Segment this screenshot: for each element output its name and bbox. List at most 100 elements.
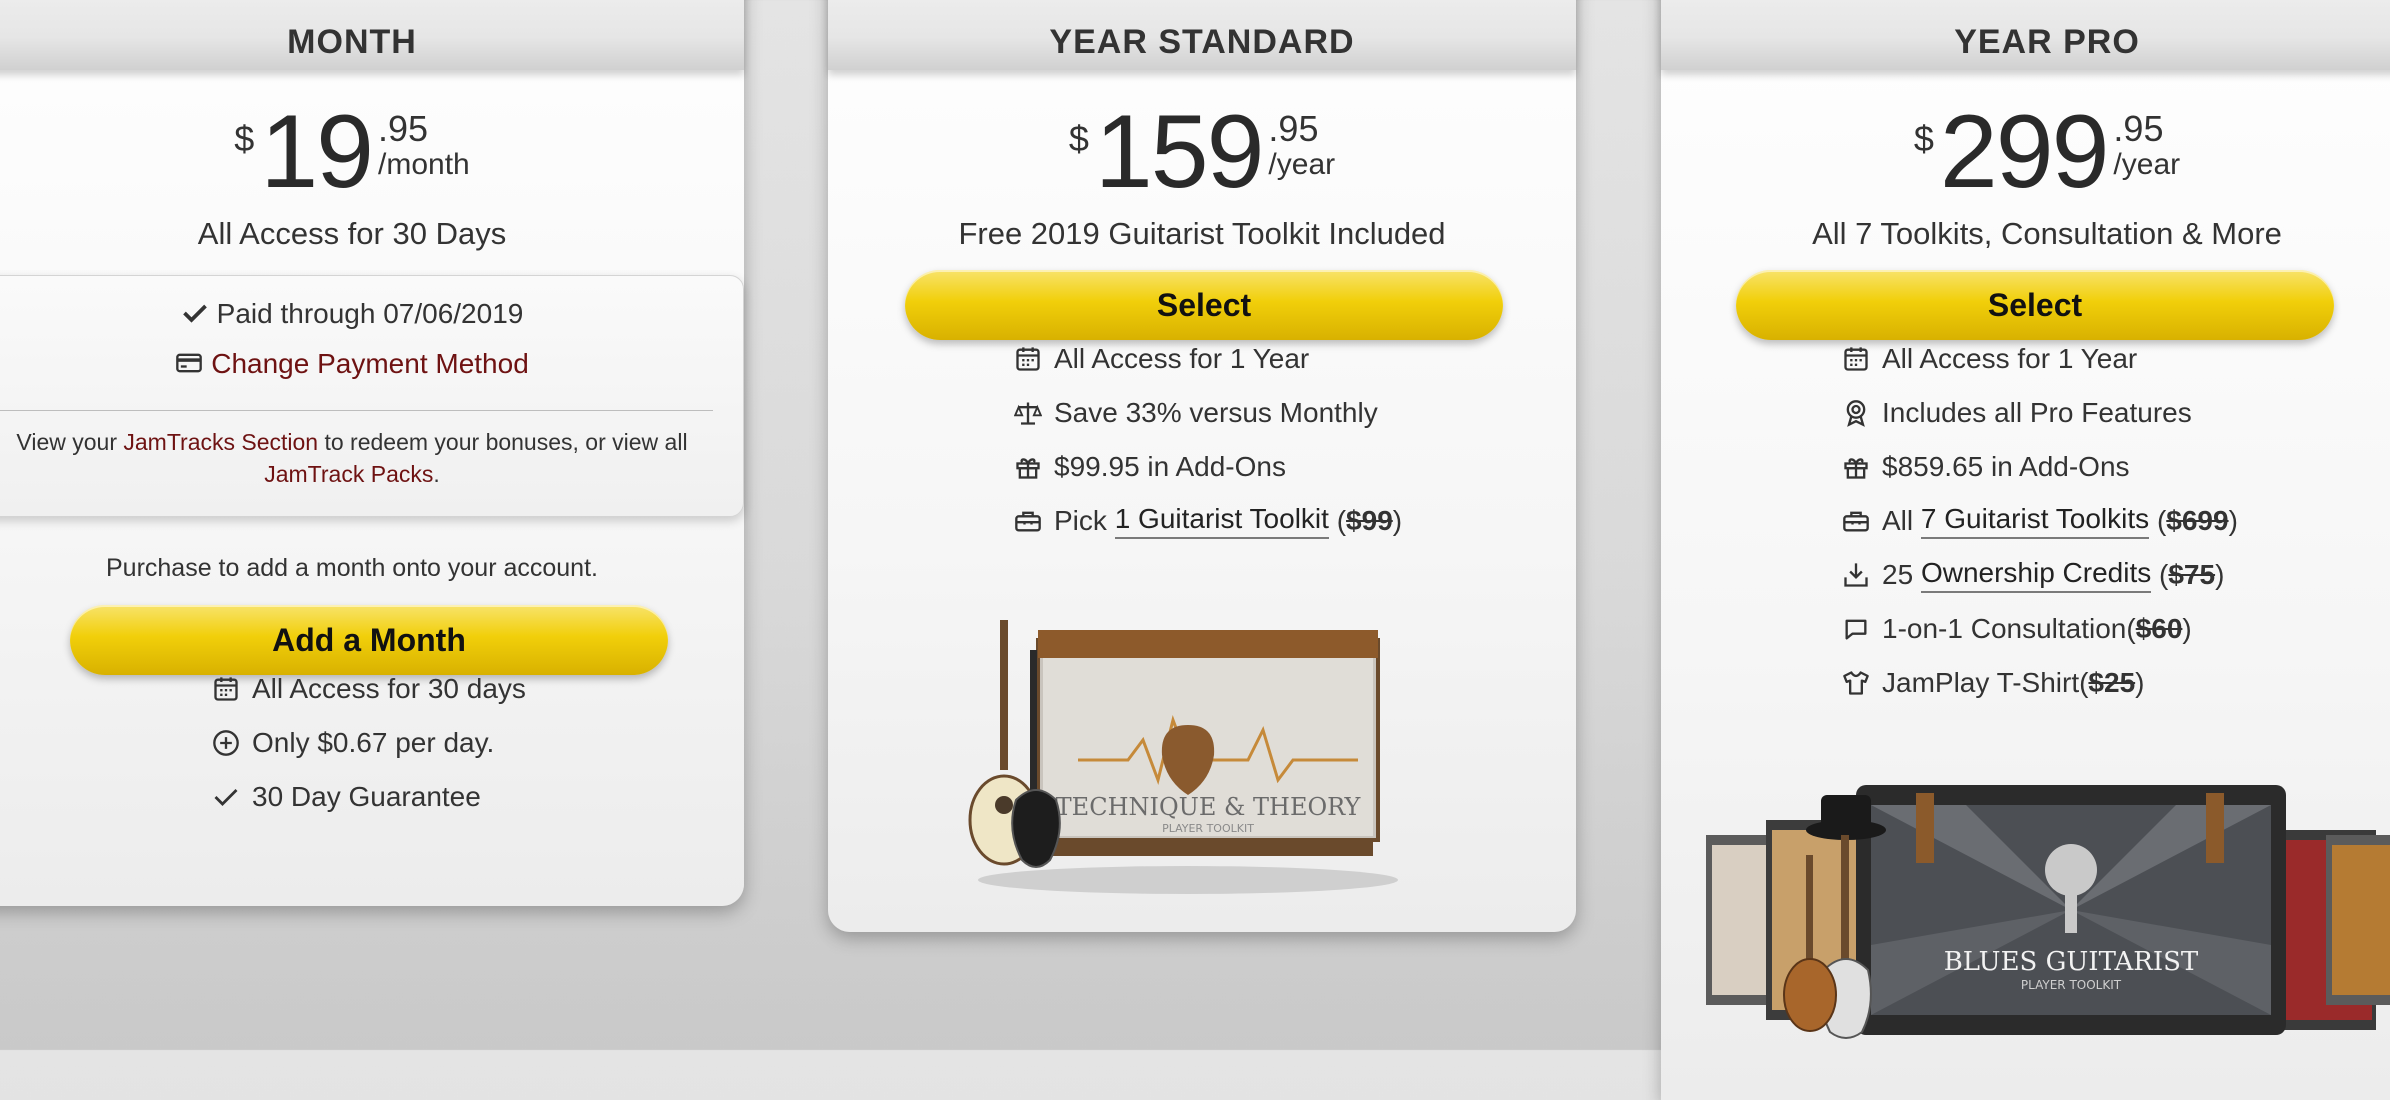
- calendar-icon: [1016, 347, 1040, 371]
- feature-text: All Access for 1 Year: [1882, 343, 2138, 374]
- price-whole: 159: [1094, 94, 1265, 210]
- bonus-note-text: .: [433, 461, 440, 487]
- currency-symbol: $: [234, 118, 255, 159]
- price-period: /year: [2113, 148, 2181, 181]
- bonus-note-text: to redeem your bonuses, or view all: [318, 429, 688, 455]
- feature-text: Includes all Pro Features: [1882, 397, 2192, 428]
- list-item: $859.65 in Add-Ons: [1842, 440, 2238, 494]
- balance-scale-icon: [1014, 402, 1042, 425]
- year-pro-subtitle: All 7 Toolkits, Consultation & More: [1812, 216, 2282, 251]
- toolbox-icon: [1015, 511, 1041, 532]
- original-price: $99: [1346, 505, 1393, 536]
- price-whole: 299: [1939, 94, 2110, 210]
- list-item: All Access for 1 Year: [1014, 332, 1402, 386]
- bonus-note-text: View your: [16, 429, 124, 455]
- paren-close: ): [2135, 667, 2145, 698]
- paren-open: (: [2159, 559, 2169, 590]
- original-price: $60: [2135, 613, 2183, 644]
- jamtrack-packs-link[interactable]: JamTrack Packs: [264, 461, 433, 487]
- list-item: All Access for 1 Year: [1842, 332, 2238, 386]
- price-period: /month: [378, 148, 470, 181]
- original-price: $25: [2088, 667, 2136, 698]
- select-year-standard-button[interactable]: Select: [905, 270, 1503, 340]
- toolkit-title: TECHNIQUE & THEORY: [1056, 793, 1362, 821]
- check-icon: [214, 789, 238, 806]
- list-item: 30 Day Guarantee: [212, 770, 526, 824]
- year-pro-header: YEAR PRO: [1661, 0, 2390, 70]
- feature-text: Pick: [1054, 505, 1107, 536]
- list-item: All Access for 30 days: [212, 662, 526, 716]
- month-feature-list: All Access for 30 days Only $0.67 per da…: [212, 662, 526, 824]
- year-standard-price: $ 159 .95 /year: [828, 100, 1576, 210]
- month-plan-card: MONTH $ 19 .95 /month All Access for 30 …: [0, 0, 744, 906]
- feature-text: $99.95 in Add-Ons: [1054, 451, 1286, 482]
- ownership-credits-link[interactable]: Ownership Credits: [1920, 557, 2152, 593]
- month-price: $ 19 .95 /month: [0, 100, 744, 210]
- plus-circle-icon: [213, 730, 239, 756]
- feature-text: 1-on-1 Consultation: [1882, 613, 2127, 644]
- status-divider: [0, 410, 713, 411]
- list-item: All 7 Guitarist Toolkits ($699): [1842, 494, 2238, 548]
- feature-text: JamPlay T-Shirt: [1882, 667, 2080, 698]
- subscription-status-panel: Paid through 07/06/2019 Change Payment M…: [0, 275, 744, 517]
- toolkit-subtitle: PLAYER TOOLKIT: [2021, 978, 2122, 992]
- feature-text: 25: [1882, 559, 1914, 590]
- year-pro-feature-list: All Access for 1 Year Includes all Pro F…: [1842, 332, 2238, 710]
- list-item: Pick 1 Guitarist Toolkit ($99): [1014, 494, 1402, 548]
- purchase-text: Purchase to add a month onto your accoun…: [106, 554, 598, 582]
- feature-text: All Access for 30 days: [252, 673, 526, 704]
- price-cents: .95: [1268, 108, 1319, 149]
- paren-close: ): [1392, 505, 1403, 536]
- price-cents: .95: [378, 108, 429, 149]
- gift-icon: [1016, 458, 1040, 479]
- change-payment-line[interactable]: Change Payment Method: [0, 348, 743, 380]
- check-icon: [182, 304, 207, 323]
- list-item: 1-on-1 Consultation ($60): [1842, 602, 2238, 656]
- select-year-pro-button[interactable]: Select: [1736, 270, 2334, 340]
- year-standard-plan-card: YEAR STANDARD $ 159 .95 /year Free 2019 …: [828, 0, 1576, 932]
- t-shirt-icon: [1843, 671, 1869, 695]
- list-item: Only $0.67 per day.: [212, 716, 526, 770]
- gift-icon: [1844, 458, 1868, 479]
- technique-theory-toolkit-image: TECHNIQUE & THEORY PLAYER TOOLKIT: [968, 620, 1398, 894]
- feature-text: Save 33% versus Monthly: [1054, 397, 1378, 428]
- price-cents: .95: [2113, 108, 2164, 149]
- currency-symbol: $: [1068, 118, 1089, 159]
- paren-close: ): [2228, 505, 2238, 536]
- list-item: 25 Ownership Credits ($75): [1842, 548, 2238, 602]
- feature-text: 30 Day Guarantee: [252, 781, 481, 812]
- paren-close: ): [2215, 559, 2225, 590]
- feature-text: Only $0.67 per day.: [252, 727, 495, 758]
- paren-open: (: [2079, 667, 2089, 698]
- original-price: $75: [2168, 559, 2216, 590]
- year-standard-subtitle: Free 2019 Guitarist Toolkit Included: [958, 216, 1446, 251]
- jamtracks-section-link[interactable]: JamTracks Section: [123, 429, 318, 455]
- credit-card-icon: [176, 353, 203, 373]
- toolkit-subtitle: PLAYER TOOLKIT: [1162, 822, 1254, 835]
- month-subtitle: All Access for 30 Days: [197, 216, 507, 251]
- price-whole: 19: [260, 94, 374, 210]
- year-pro-title: YEAR PRO: [1954, 23, 2140, 61]
- guitarist-toolkit-link[interactable]: 1 Guitarist Toolkit: [1114, 503, 1329, 539]
- paren-open: (: [1336, 505, 1347, 536]
- year-standard-title: YEAR STANDARD: [1049, 23, 1355, 61]
- change-payment-link[interactable]: Change Payment Method: [211, 348, 529, 379]
- month-plan-header: MONTH: [0, 0, 744, 70]
- currency-symbol: $: [1913, 118, 1934, 159]
- paren-open: (: [2156, 505, 2167, 536]
- paid-through-text: Paid through 07/06/2019: [216, 298, 524, 329]
- calendar-icon: [1844, 347, 1868, 371]
- toolkit-title: BLUES GUITARIST: [1944, 947, 2199, 977]
- speech-bubble-icon: [1845, 619, 1867, 640]
- feature-text: All Access for 1 Year: [1054, 343, 1310, 374]
- guitarist-toolkits-link[interactable]: 7 Guitarist Toolkits: [1920, 503, 2150, 539]
- calendar-icon: [214, 677, 238, 701]
- year-pro-price: $ 299 .95 /year: [1661, 100, 2390, 210]
- list-item: Includes all Pro Features: [1842, 386, 2238, 440]
- year-standard-header: YEAR STANDARD: [828, 0, 1576, 70]
- month-plan-title: MONTH: [287, 23, 417, 61]
- download-tray-icon: [1844, 563, 1868, 587]
- original-price: $699: [2166, 505, 2229, 536]
- paren-close: ): [2182, 613, 2192, 644]
- year-pro-plan-card: YEAR PRO $ 299 .95 /year All 7 Toolkits,…: [1661, 0, 2390, 1100]
